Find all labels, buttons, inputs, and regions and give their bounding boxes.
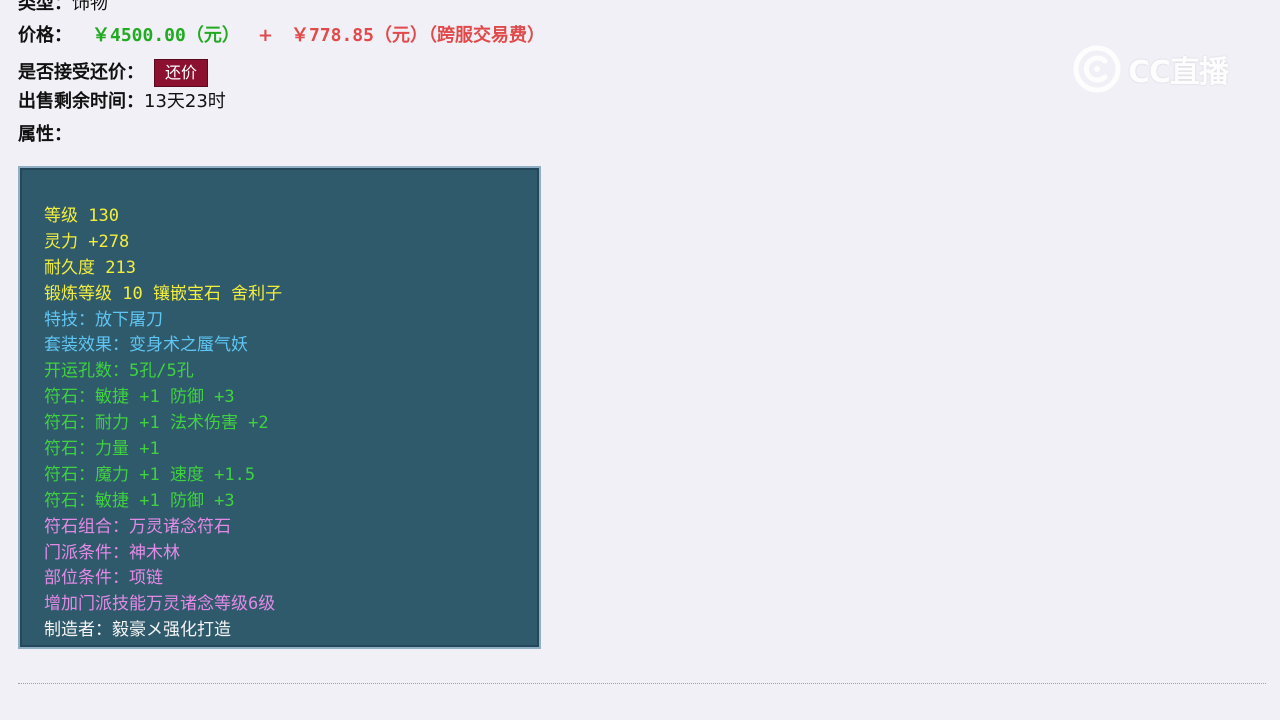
attributes-panel: 等级 130 灵力 +278 耐久度 213 锻炼等级 10 镶嵌宝石 舍利子 特技：放… (18, 166, 541, 649)
attribute-line: 制造者：毅豪メ强化打造 (44, 620, 231, 641)
watermark-text: CC直播 (1128, 55, 1229, 90)
bargain-row: 是否接受还价： 还价 (18, 59, 209, 87)
type-label: 类型： (18, 0, 72, 14)
price-main: ￥4500.00（元） (92, 25, 240, 46)
attribute-line: 部位条件：项链 (44, 568, 163, 589)
time-value: 13天23时 (144, 91, 226, 112)
attribute-line: 符石：魔力 +1 速度 +1.5 (44, 464, 256, 485)
divider (18, 683, 1266, 684)
price-fee: ￥778.85（元）（跨服交易费） (290, 25, 545, 46)
cc-live-logo-icon (1073, 45, 1121, 93)
attribute-line: 锻炼等级 10 镶嵌宝石 舍利子 (44, 283, 283, 304)
attr-label: 属性： (18, 124, 72, 145)
bargain-button[interactable]: 还价 (154, 59, 209, 87)
attribute-line: 耐久度 213 (44, 257, 136, 278)
time-row: 出售剩余时间： 13天23时 (18, 90, 226, 114)
price-plus: + (257, 25, 273, 46)
attribute-line: 增加门派技能万灵诸念等级6级 (44, 594, 276, 615)
attribute-line: 符石：敏捷 +1 防御 +3 (44, 387, 235, 408)
attr-row: 属性： (18, 123, 72, 147)
bargain-label: 是否接受还价： (18, 62, 144, 83)
attribute-line: 灵力 +278 (44, 231, 130, 252)
attribute-line: 套装效果：变身术之蜃气妖 (44, 335, 248, 356)
attribute-line: 符石组合：万灵诸念符石 (44, 516, 231, 537)
item-detail-page: 类型： 饰物 价格： ￥4500.00（元） + ￥778.85（元）（跨服交易… (0, 0, 1280, 720)
time-label: 出售剩余时间： (18, 91, 144, 112)
cc-live-watermark: CC直播 (1072, 44, 1229, 94)
type-row: 类型： 饰物 (18, 0, 108, 16)
attribute-line: 开运孔数：5孔/5孔 (44, 361, 194, 382)
type-value: 饰物 (72, 0, 108, 14)
attribute-line: 门派条件：神木林 (44, 542, 180, 563)
attribute-line: 符石：耐力 +1 法术伤害 +2 (44, 413, 269, 434)
attribute-line: 特技：放下屠刀 (44, 309, 163, 330)
price-row: 价格： ￥4500.00（元） + ￥778.85（元）（跨服交易费） (18, 24, 545, 48)
price-label: 价格： (18, 25, 72, 46)
attribute-line: 符石：敏捷 +1 防御 +3 (44, 490, 235, 511)
attribute-line: 等级 130 (44, 206, 119, 226)
attribute-line: 符石：力量 +1 (44, 439, 160, 460)
